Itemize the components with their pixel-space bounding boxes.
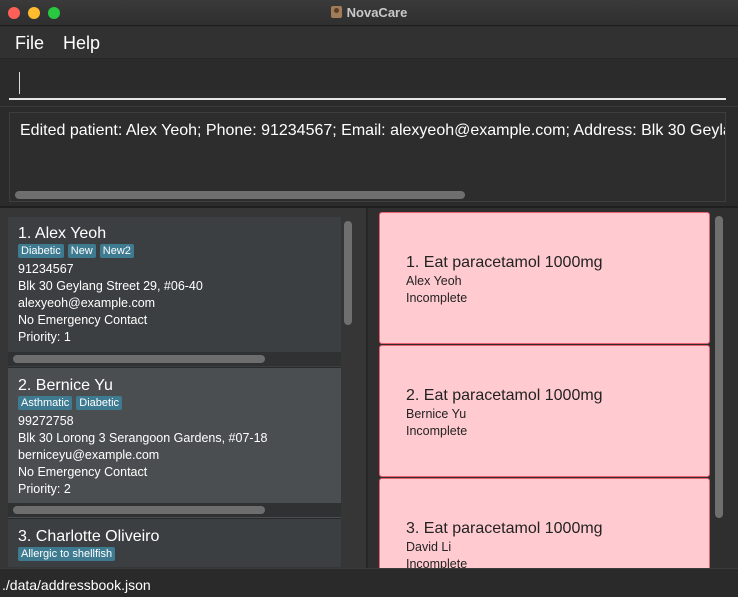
patient-list-vertical-scrollbar[interactable] <box>344 221 352 325</box>
menu-bar: File Help <box>0 27 738 59</box>
patient-email: alexyeoh@example.com <box>18 296 156 310</box>
menu-file[interactable]: File <box>15 33 44 54</box>
task-status: Incomplete <box>406 557 468 568</box>
task-list-panel[interactable]: 1. Eat paracetamol 1000mg Alex Yeoh Inco… <box>368 208 738 568</box>
patient-tags: Diabetic New New2 <box>18 244 134 258</box>
patient-tag: New2 <box>99 244 134 258</box>
patient-name: 2. Bernice Yu <box>18 377 113 394</box>
card-horizontal-scrollbar[interactable] <box>8 503 341 517</box>
card-horizontal-scrollbar[interactable] <box>8 352 341 366</box>
window-title-group: NovaCare <box>0 5 738 20</box>
task-title: 2. Eat paracetamol 1000mg <box>406 387 603 404</box>
task-patient: Bernice Yu <box>406 407 467 421</box>
patient-card[interactable]: 1. Alex Yeoh Diabetic New New2 91234567 … <box>8 217 341 368</box>
result-message: Edited patient: Alex Yeoh; Phone: 912345… <box>20 122 725 139</box>
patient-emergency-contact: No Emergency Contact <box>18 313 148 327</box>
patient-list[interactable]: 1. Alex Yeoh Diabetic New New2 91234567 … <box>8 217 341 567</box>
task-status: Incomplete <box>406 424 468 438</box>
task-patient: David Li <box>406 540 452 554</box>
patient-phone: 91234567 <box>18 262 74 276</box>
window-title: NovaCare <box>346 5 408 20</box>
result-horizontal-scrollbar[interactable] <box>15 191 465 199</box>
scrollbar-thumb[interactable] <box>13 355 265 363</box>
text-caret <box>19 72 20 94</box>
patient-tag: Diabetic <box>18 244 64 258</box>
patient-emergency-contact: No Emergency Contact <box>18 465 148 479</box>
patient-phone: 99272758 <box>18 414 74 428</box>
patient-priority: Priority: 2 <box>18 482 71 496</box>
task-card[interactable]: 3. Eat paracetamol 1000mg David Li Incom… <box>379 478 710 568</box>
patient-tag: Allergic to shellfish <box>18 547 116 561</box>
result-display[interactable]: Edited patient: Alex Yeoh; Phone: 912345… <box>9 112 726 202</box>
patient-email: berniceyu@example.com <box>18 448 160 462</box>
menu-help[interactable]: Help <box>63 33 100 54</box>
patient-address: Blk 30 Lorong 3 Serangoon Gardens, #07-1… <box>18 431 268 445</box>
task-list-vertical-scrollbar[interactable] <box>715 216 723 518</box>
patient-address: Blk 30 Geylang Street 29, #06-40 <box>18 279 203 293</box>
patient-priority: Priority: 1 <box>18 330 71 344</box>
app-icon <box>330 6 342 18</box>
command-area <box>0 60 738 106</box>
task-patient: Alex Yeoh <box>406 274 462 288</box>
title-bar: NovaCare <box>0 0 738 26</box>
patient-tags: Allergic to shellfish <box>18 547 116 561</box>
patient-tag: Asthmatic <box>18 396 73 410</box>
task-card[interactable]: 1. Eat paracetamol 1000mg Alex Yeoh Inco… <box>379 212 710 344</box>
patient-tag: Diabetic <box>76 396 123 410</box>
task-card[interactable]: 2. Eat paracetamol 1000mg Bernice Yu Inc… <box>379 345 710 477</box>
patient-tags: Asthmatic Diabetic <box>18 396 123 410</box>
patient-list-panel: 1. Alex Yeoh Diabetic New New2 91234567 … <box>0 208 366 568</box>
patient-name: 1. Alex Yeoh <box>18 225 107 242</box>
scrollbar-thumb[interactable] <box>13 506 265 514</box>
result-area: Edited patient: Alex Yeoh; Phone: 912345… <box>0 106 738 206</box>
task-title: 3. Eat paracetamol 1000mg <box>406 520 603 537</box>
patient-card-selected[interactable]: 2. Bernice Yu Asthmatic Diabetic 9927275… <box>8 368 341 519</box>
patient-name: 3. Charlotte Oliveiro <box>18 528 160 545</box>
patient-tag: New <box>67 244 96 258</box>
task-title: 1. Eat paracetamol 1000mg <box>406 254 603 271</box>
patient-card[interactable]: 3. Charlotte Oliveiro Allergic to shellf… <box>8 519 341 567</box>
task-status: Incomplete <box>406 291 468 305</box>
data-file-path: ./data/addressbook.json <box>2 577 151 593</box>
command-input[interactable] <box>9 68 726 100</box>
status-bar: ./data/addressbook.json <box>0 568 738 597</box>
